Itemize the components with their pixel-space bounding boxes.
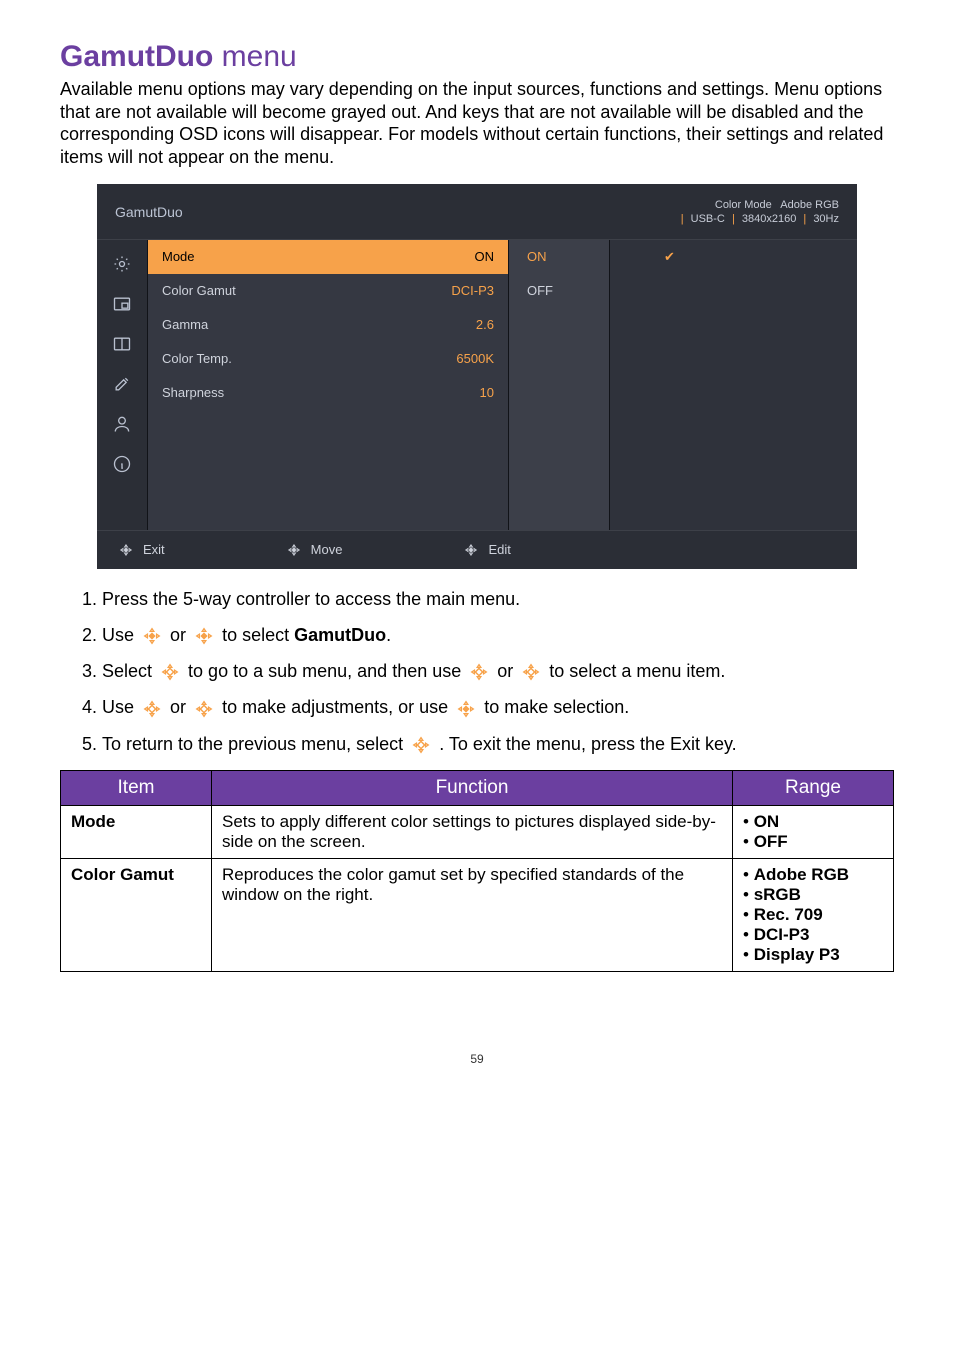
table-row: Mode Sets to apply different color setti… — [61, 806, 894, 859]
step-2: Use or to select GamutDuo. — [102, 623, 894, 647]
osd-status-refresh: 30Hz — [813, 213, 839, 225]
step-2-target: GamutDuo — [294, 625, 386, 645]
osd-row-mode: ModeON — [148, 240, 508, 274]
osd-footer-edit: Edit — [462, 541, 510, 559]
cell-item: Color Gamut — [61, 859, 212, 972]
nav-diamond-icon — [520, 661, 542, 683]
osd-title: GamutDuo — [115, 204, 183, 220]
osd-settings-column: ModeON Color GamutDCI-P3 Gamma2.6 Color … — [147, 240, 508, 530]
osd-status-input: USB-C — [691, 213, 725, 225]
osd-status-mode-value: Adobe RGB — [780, 199, 839, 211]
step-4: Use or to make adjustments, or use to ma… — [102, 695, 894, 719]
nav-diamond-icon — [193, 698, 215, 720]
cell-item: Mode — [61, 806, 212, 859]
step-1: Press the 5-way controller to access the… — [102, 587, 894, 611]
nav-diamond-icon — [141, 625, 163, 647]
tools-icon — [97, 364, 147, 404]
nav-diamond-icon — [159, 661, 181, 683]
cell-range: • ON • OFF — [733, 806, 894, 859]
osd-status: Color Mode Adobe RGB | USB-C | 3840x2160… — [677, 198, 839, 227]
cell-function: Sets to apply different color settings t… — [212, 806, 733, 859]
osd-row-color-gamut: Color GamutDCI-P3 — [148, 274, 508, 308]
osd-row-sharpness: Sharpness10 — [148, 376, 508, 410]
osd-footer-move: Move — [285, 541, 343, 559]
osd-sidebar — [97, 240, 147, 530]
osd-status-resolution: 3840x2160 — [742, 213, 796, 225]
cell-function: Reproduces the color gamut set by specif… — [212, 859, 733, 972]
nav-diamond-icon — [455, 698, 477, 720]
dual-icon — [97, 324, 147, 364]
page-heading: GamutDuo menu — [60, 40, 894, 74]
th-function: Function — [212, 771, 733, 806]
reference-table: Item Function Range Mode Sets to apply d… — [60, 770, 894, 972]
pip-icon — [97, 284, 147, 324]
osd-check-row: ✔ — [610, 240, 857, 274]
info-icon — [97, 444, 147, 484]
osd-screenshot: GamutDuo Color Mode Adobe RGB | USB-C | … — [97, 184, 857, 569]
intro-paragraph: Available menu options may vary dependin… — [60, 78, 894, 168]
check-icon: ✔ — [664, 249, 675, 265]
th-item: Item — [61, 771, 212, 806]
osd-status-mode-label: Color Mode — [715, 199, 772, 211]
nav-diamond-icon — [410, 734, 432, 756]
instruction-list: Press the 5-way controller to access the… — [80, 587, 894, 756]
nav-diamond-icon — [141, 698, 163, 720]
osd-option-on: ON — [509, 240, 609, 274]
heading-bold: GamutDuo — [60, 40, 213, 73]
nav-diamond-icon — [193, 625, 215, 647]
brightness-icon — [97, 244, 147, 284]
heading-rest: menu — [213, 40, 296, 73]
osd-check-column: ✔ — [609, 240, 857, 530]
step-3: Select to go to a sub menu, and then use… — [102, 659, 894, 683]
user-icon — [97, 404, 147, 444]
osd-options-column: ON OFF — [508, 240, 609, 530]
table-row: Color Gamut Reproduces the color gamut s… — [61, 859, 894, 972]
page-number: 59 — [60, 1052, 894, 1066]
nav-diamond-icon — [468, 661, 490, 683]
osd-row-color-temp: Color Temp.6500K — [148, 342, 508, 376]
step-5: To return to the previous menu, select .… — [102, 732, 894, 756]
controller-icon — [117, 541, 135, 559]
controller-icon — [462, 541, 480, 559]
osd-option-off: OFF — [509, 274, 609, 308]
th-range: Range — [733, 771, 894, 806]
cell-range: • Adobe RGB • sRGB • Rec. 709 • DCI-P3 •… — [733, 859, 894, 972]
osd-footer-exit: Exit — [117, 541, 165, 559]
controller-icon — [285, 541, 303, 559]
osd-row-gamma: Gamma2.6 — [148, 308, 508, 342]
